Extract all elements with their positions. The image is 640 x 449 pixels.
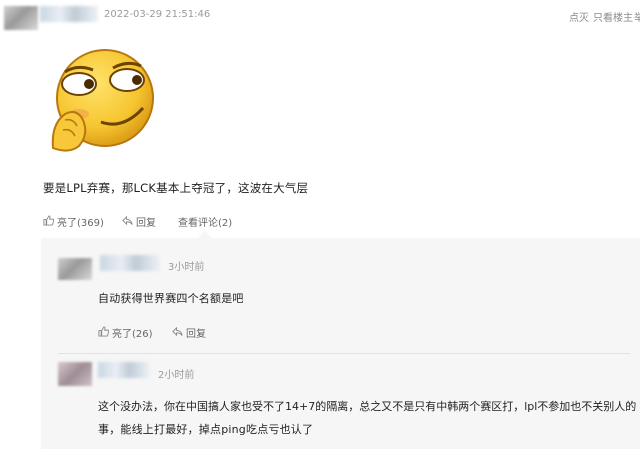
reply-button[interactable]: 回复	[122, 214, 156, 229]
like-count: 亮了(369)	[57, 218, 104, 229]
reply-arrow-icon	[122, 215, 133, 229]
comment-like-count: 亮了(26)	[112, 329, 153, 340]
comment-username[interactable]	[100, 255, 160, 271]
comment-reply-button[interactable]: 回复	[172, 325, 206, 340]
comment-avatar[interactable]	[58, 258, 92, 280]
comment-avatar[interactable]	[58, 362, 92, 386]
reply-label: 回复	[136, 218, 156, 229]
view-comments-label: 查看评论(2)	[178, 218, 233, 229]
comment-time: 2小时前	[158, 370, 195, 381]
emoji-sticker-image	[43, 38, 157, 158]
header-link-only-op[interactable]: 只看楼主	[593, 9, 633, 24]
reply-arrow-icon	[172, 326, 183, 340]
comment-text: 自动获得世界赛四个名额是吧	[98, 292, 244, 305]
post-timestamp: 2022-03-29 21:51:46	[104, 9, 211, 20]
comment-username[interactable]	[98, 362, 150, 378]
comment-like-button[interactable]: 亮了(26)	[98, 325, 153, 340]
view-comments-button[interactable]: 查看评论(2)	[178, 214, 232, 229]
thumb-up-icon	[98, 325, 110, 340]
thumb-up-icon	[43, 214, 55, 229]
like-button[interactable]: 亮了(369)	[43, 214, 104, 229]
comment-divider	[58, 353, 630, 354]
post-text: 要是LPL弃赛，那LCK基本上夺冠了，这波在大气层	[43, 181, 309, 195]
panel-caret	[198, 231, 212, 238]
comment-text-line-2: 事，能线上打最好，掉点ping吃点亏也认了	[98, 423, 314, 436]
username[interactable]	[40, 6, 98, 22]
comment-text-line-1: 这个没办法，你在中国搞人家也受不了14+7的隔离，总之又不是只有中韩两个赛区打，…	[98, 400, 637, 413]
header-link-report[interactable]: 举	[634, 9, 640, 24]
user-avatar[interactable]	[4, 6, 38, 30]
header-link-dislike[interactable]: 点灭	[569, 9, 589, 24]
comment-reply-label: 回复	[186, 329, 206, 340]
comment-time: 3小时前	[168, 262, 205, 273]
